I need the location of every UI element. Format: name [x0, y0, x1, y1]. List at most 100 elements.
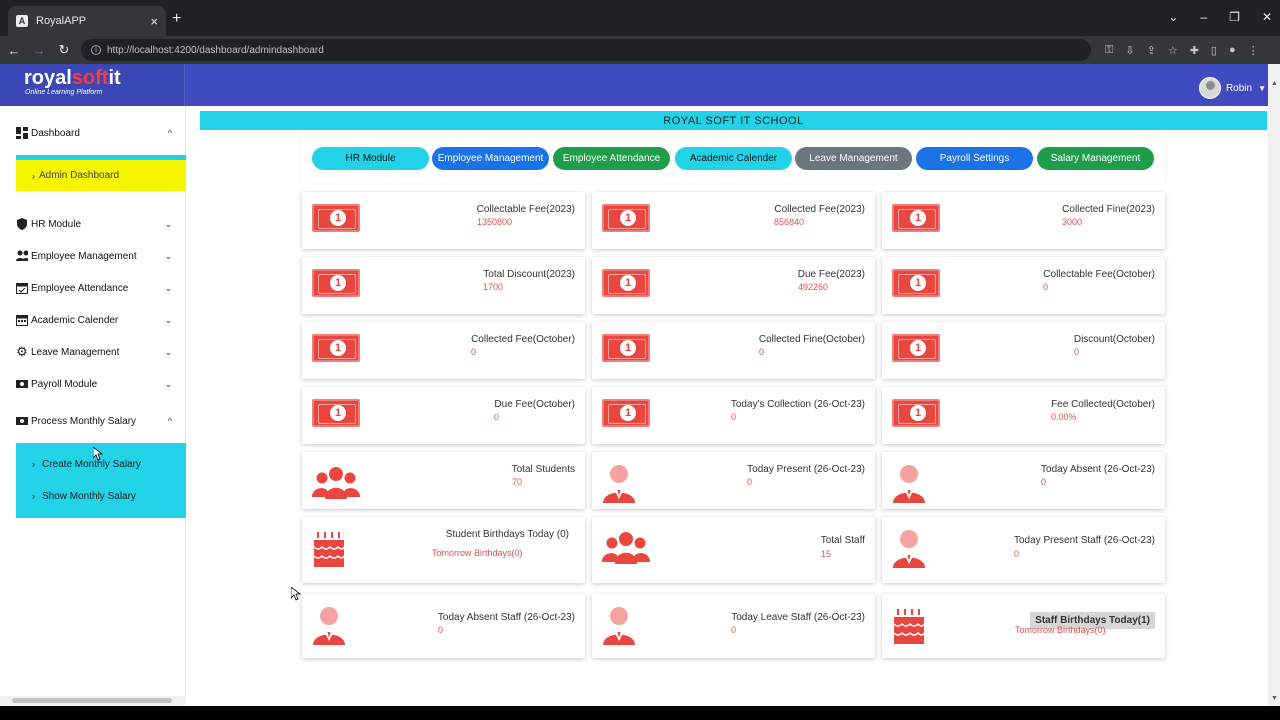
stat-card[interactable]: 1 Collected Fine(October) 0 [592, 322, 875, 379]
chevron-down-icon: ⌄ [164, 282, 172, 293]
window-controls: ⌄ – ❐ ✕ [1168, 10, 1272, 24]
stat-card-title: Due Fee(2023) [797, 269, 865, 280]
stat-card[interactable]: Today Absent (26-Oct-23) 0 [882, 452, 1165, 509]
close-window-icon[interactable]: ✕ [1262, 10, 1272, 24]
sidebar-subitem-admin-dashboard[interactable]: › Admin Dashboard [16, 155, 186, 191]
back-icon[interactable]: ← [3, 43, 25, 58]
profile-icon[interactable]: ● [1229, 44, 1236, 57]
stat-card[interactable]: 1 Collected Fee(2023) 856840 [592, 192, 875, 249]
stat-card[interactable]: Staff Birthdays Today(1) Tomorrow Birthda… [882, 594, 1165, 658]
install-icon[interactable]: ⇩ [1125, 44, 1134, 57]
stat-card[interactable]: Today Present Staff (26-Oct-23) 0 [882, 517, 1165, 583]
sidebar-item-employee-attendance[interactable]: Employee Attendance ⌄ [16, 277, 186, 299]
sidebar-item-label: Employee Attendance [31, 282, 129, 294]
sidebar-subitem-show-monthly-salary[interactable]: › Show Monthly Salary [32, 491, 136, 502]
url-input[interactable]: i http://localhost:4200/dashboard/admind… [81, 39, 1091, 61]
url-text: http://localhost:4200/dashboard/admindas… [107, 44, 324, 56]
stat-card[interactable]: 1 Total Discount(2023) 1700 [302, 257, 585, 314]
stat-card[interactable]: 1 Due Fee(October) 0 [302, 387, 585, 444]
stat-card[interactable]: Total Students 70 [302, 452, 585, 509]
stat-card[interactable]: 1 Today's Collection (26-Oct-23) 0 [592, 387, 875, 444]
nav-pill-hr-module[interactable]: HR Module [312, 147, 429, 170]
sidepanel-icon[interactable]: ▯ [1211, 44, 1217, 57]
tab-close-icon[interactable]: × [150, 14, 158, 29]
money-bill-icon: 1 [312, 399, 360, 427]
stat-card[interactable]: Total Staff 15 [592, 517, 875, 583]
sidebar-item-academic-calender[interactable]: Academic Calender ⌄ [16, 309, 186, 331]
stat-card-title: Collected Fine(October) [758, 334, 865, 345]
sidebar-item-dashboard[interactable]: Dashboard ^ [16, 122, 186, 144]
app-header [0, 64, 1280, 106]
users-group-icon [602, 532, 650, 569]
stat-card[interactable]: 1 Collected Fine(2023) 3000 [882, 192, 1165, 249]
stat-card-title: Today Present (26-Oct-23) [747, 464, 865, 475]
sidebar-item-leave-management[interactable]: ⚙ Leave Management ⌄ [16, 341, 186, 363]
new-tab-button[interactable]: + [172, 11, 181, 27]
reload-icon[interactable]: ↻ [53, 42, 75, 58]
minimize-icon[interactable]: – [1200, 10, 1207, 24]
user-menu[interactable]: Robin ▼ [1198, 77, 1266, 99]
nav-pill-academic-calender[interactable]: Academic Calender [675, 147, 792, 170]
stat-card[interactable]: 1 Discount(October) 0 [882, 322, 1165, 379]
money-bill-icon: 1 [312, 334, 360, 362]
forward-icon[interactable]: → [28, 43, 50, 58]
stat-card[interactable]: Today Absent Staff (26-Oct-23) 0 [302, 594, 585, 658]
chevron-down-icon: ⌄ [164, 250, 172, 261]
logo-text-royal: royal [24, 67, 72, 89]
sidebar-horizontal-scrollbar[interactable] [0, 696, 186, 706]
stat-card-value: Tomorrow Birthdays(0) [1015, 625, 1106, 635]
tab-search-icon[interactable]: ⌄ [1168, 10, 1178, 24]
chevron-right-icon: › [32, 459, 35, 469]
chevron-down-icon: ⌄ [164, 314, 172, 325]
scroll-up-icon[interactable]: ▲ [1271, 80, 1278, 87]
bookmark-star-icon[interactable]: ☆ [1168, 44, 1178, 57]
money-bill-icon: 1 [602, 399, 650, 427]
sidebar-item-payroll-module[interactable]: Payroll Module ⌄ [16, 373, 186, 395]
money-bill-icon: 1 [602, 334, 650, 362]
sidebar-item-employee-management[interactable]: Employee Management ⌄ [16, 245, 186, 267]
person-icon [602, 465, 636, 506]
stat-card-title: Total Students [511, 464, 575, 475]
sidebar-item-hr-module[interactable]: HR Module ⌄ [16, 213, 186, 235]
shield-icon [16, 218, 28, 230]
stat-card[interactable]: 1 Collectable Fee(October) 0 [882, 257, 1165, 314]
money-bill-icon: 1 [892, 334, 940, 362]
stat-card[interactable]: 1 Collectable Fee(2023) 1350800 [302, 192, 585, 249]
menu-dots-icon[interactable]: ⋮ [1248, 44, 1259, 57]
stat-card-title: Discount(October) [1073, 334, 1155, 345]
sidebar-item-process-monthly-salary[interactable]: Process Monthly Salary ^ [16, 410, 186, 432]
stat-card[interactable]: 1 Collected Fee(October) 0 [302, 322, 585, 379]
nav-pill-leave-management[interactable]: Leave Management [795, 147, 912, 170]
page-vertical-scrollbar[interactable]: ▲ ▼ [1268, 64, 1280, 706]
scroll-down-icon[interactable]: ▼ [1271, 695, 1278, 702]
stat-card[interactable]: 1 Due Fee(2023) 492260 [592, 257, 875, 314]
sidebar-subitem-create-monthly-salary[interactable]: › Create Monthly Salary [32, 459, 141, 470]
calendar-check-icon [16, 282, 28, 294]
stat-card-value: 15 [821, 549, 832, 559]
money-bill-icon: 1 [892, 204, 940, 232]
money-bill-icon: 1 [312, 269, 360, 297]
extensions-icon[interactable]: ✚ [1190, 44, 1199, 57]
nav-pill-employee-management[interactable]: Employee Management [432, 147, 549, 170]
stat-card-title: Today Leave Staff (26-Oct-23) [731, 612, 865, 623]
stat-card[interactable]: 1 Fee Collected(October) 0.00% [882, 387, 1165, 444]
key-icon[interactable]: ⚿ [1105, 44, 1113, 57]
app-logo[interactable]: royalsoftit Online Learning Platform [0, 64, 185, 106]
stat-card[interactable]: Student Birthdays Today (0) Tomorrow Birt… [302, 517, 585, 583]
stat-card[interactable]: Today Present (26-Oct-23) 0 [592, 452, 875, 509]
stat-card-title: Today Absent (26-Oct-23) [1041, 464, 1155, 475]
sidebar: Dashboard ^ › Admin Dashboard HR Module … [0, 106, 186, 706]
nav-pill-payroll-settings[interactable]: Payroll Settings [916, 147, 1033, 170]
sidebar-item-label: Dashboard [31, 127, 80, 139]
nav-pill-employee-attendance[interactable]: Employee Attendance [553, 147, 670, 170]
stat-card[interactable]: Today Leave Staff (26-Oct-23) 0 [592, 594, 875, 658]
share-icon[interactable]: ⇪ [1147, 44, 1156, 57]
scrollbar-thumb[interactable] [12, 698, 172, 703]
stat-card-title[interactable]: Student Birthdays Today (0) [446, 529, 569, 540]
info-icon[interactable]: i [91, 45, 101, 55]
maximize-icon[interactable]: ❐ [1229, 10, 1240, 24]
stat-card-title: Collected Fee(October) [471, 334, 575, 345]
nav-pill-salary-management[interactable]: Salary Management [1037, 147, 1154, 170]
caret-down-icon: ▼ [1258, 83, 1266, 93]
browser-tab[interactable]: A RoyalAPP × [8, 6, 166, 36]
